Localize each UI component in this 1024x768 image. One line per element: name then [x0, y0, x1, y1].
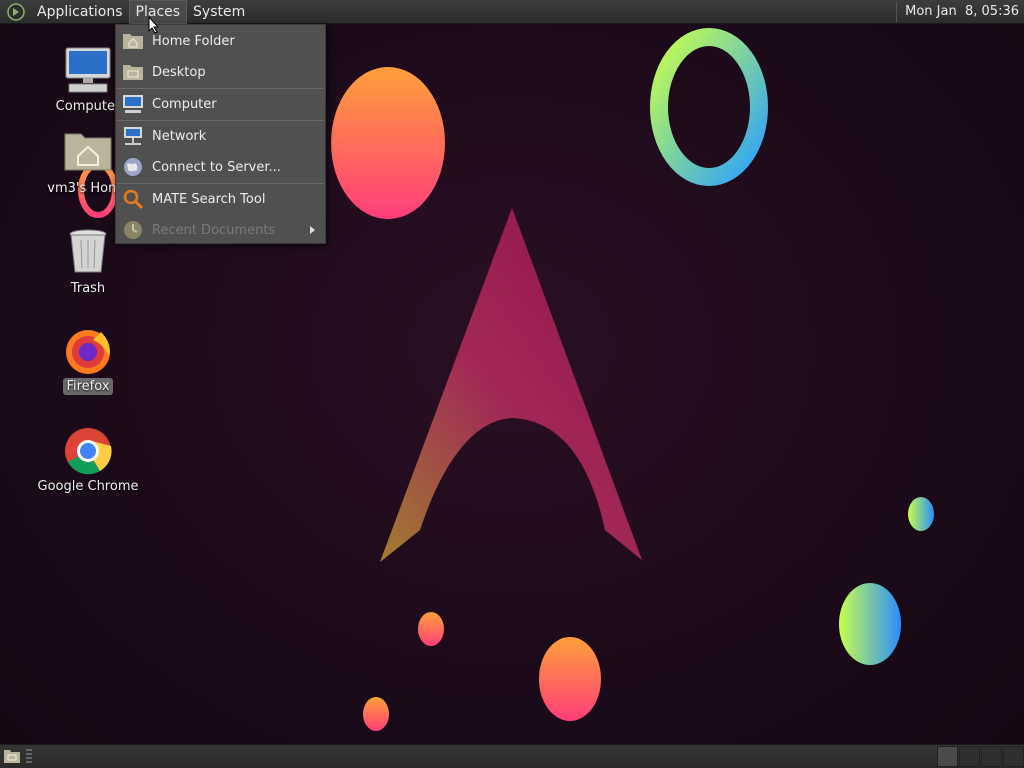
menu-item-label: Recent Documents	[152, 222, 276, 238]
menu-item-label: Home Folder	[152, 33, 235, 49]
desktop-folder-icon	[122, 61, 144, 83]
show-desktop-icon[interactable]	[3, 748, 21, 764]
menu-item-label: Desktop	[152, 64, 206, 80]
menu-item-label: MATE Search Tool	[152, 191, 266, 207]
menu-item-mate-search-tool[interactable]: MATE Search Tool	[116, 185, 325, 213]
mouse-cursor-icon	[148, 16, 160, 34]
trash-icon	[63, 228, 113, 278]
menu-separator	[117, 183, 324, 184]
computer-icon	[63, 46, 113, 96]
home-folder-icon	[122, 30, 144, 52]
workspace-1[interactable]	[937, 746, 958, 767]
menu-item-connect-to-server[interactable]: Connect to Server...	[116, 153, 325, 181]
desktop-icon-chrome[interactable]: Google Chrome	[33, 426, 143, 495]
search-icon	[122, 188, 144, 210]
desktop-icon-label: Google Chrome	[37, 479, 139, 494]
bottom-panel	[0, 744, 1024, 768]
places-dropdown: Home Folder Desktop Computer Network Con…	[115, 24, 326, 244]
desktop-icon-firefox[interactable]: Firefox	[33, 326, 143, 395]
workspace-3[interactable]	[981, 746, 1002, 767]
computer-icon	[122, 93, 144, 115]
applications-menu[interactable]: Applications	[31, 0, 129, 24]
menu-item-label: Computer	[152, 96, 217, 112]
globe-icon	[122, 156, 144, 178]
clock[interactable]: Mon Jan 8, 05:36	[905, 4, 1019, 19]
workspace-4[interactable]	[1003, 746, 1024, 767]
menu-item-desktop[interactable]: Desktop	[116, 58, 325, 86]
menu-item-network[interactable]: Network	[116, 122, 325, 150]
panel-separator	[896, 1, 898, 22]
clock-icon	[122, 219, 144, 241]
clock-area: Mon Jan 8, 05:36	[896, 0, 1024, 24]
menu-item-label: Connect to Server...	[152, 159, 281, 175]
menu-item-label: Network	[152, 128, 207, 144]
menu-item-computer[interactable]: Computer	[116, 90, 325, 118]
network-icon	[122, 125, 144, 147]
menu-separator	[117, 120, 324, 121]
home-folder-icon	[63, 128, 113, 178]
desktop-icon-label: Computer	[55, 99, 121, 114]
menu-item-recent-documents[interactable]: Recent Documents	[116, 216, 325, 244]
chrome-icon	[63, 426, 113, 476]
desktop-icon-label: Trash	[70, 281, 106, 296]
system-menu[interactable]: System	[187, 0, 251, 24]
workspace-2[interactable]	[959, 746, 980, 767]
submenu-arrow-icon	[310, 226, 315, 234]
menu-separator	[117, 88, 324, 89]
firefox-icon	[63, 326, 113, 376]
panel-grip-handle[interactable]	[26, 749, 32, 765]
mate-logo-icon[interactable]	[7, 2, 25, 21]
desktop-icon-label: Firefox	[63, 378, 113, 395]
